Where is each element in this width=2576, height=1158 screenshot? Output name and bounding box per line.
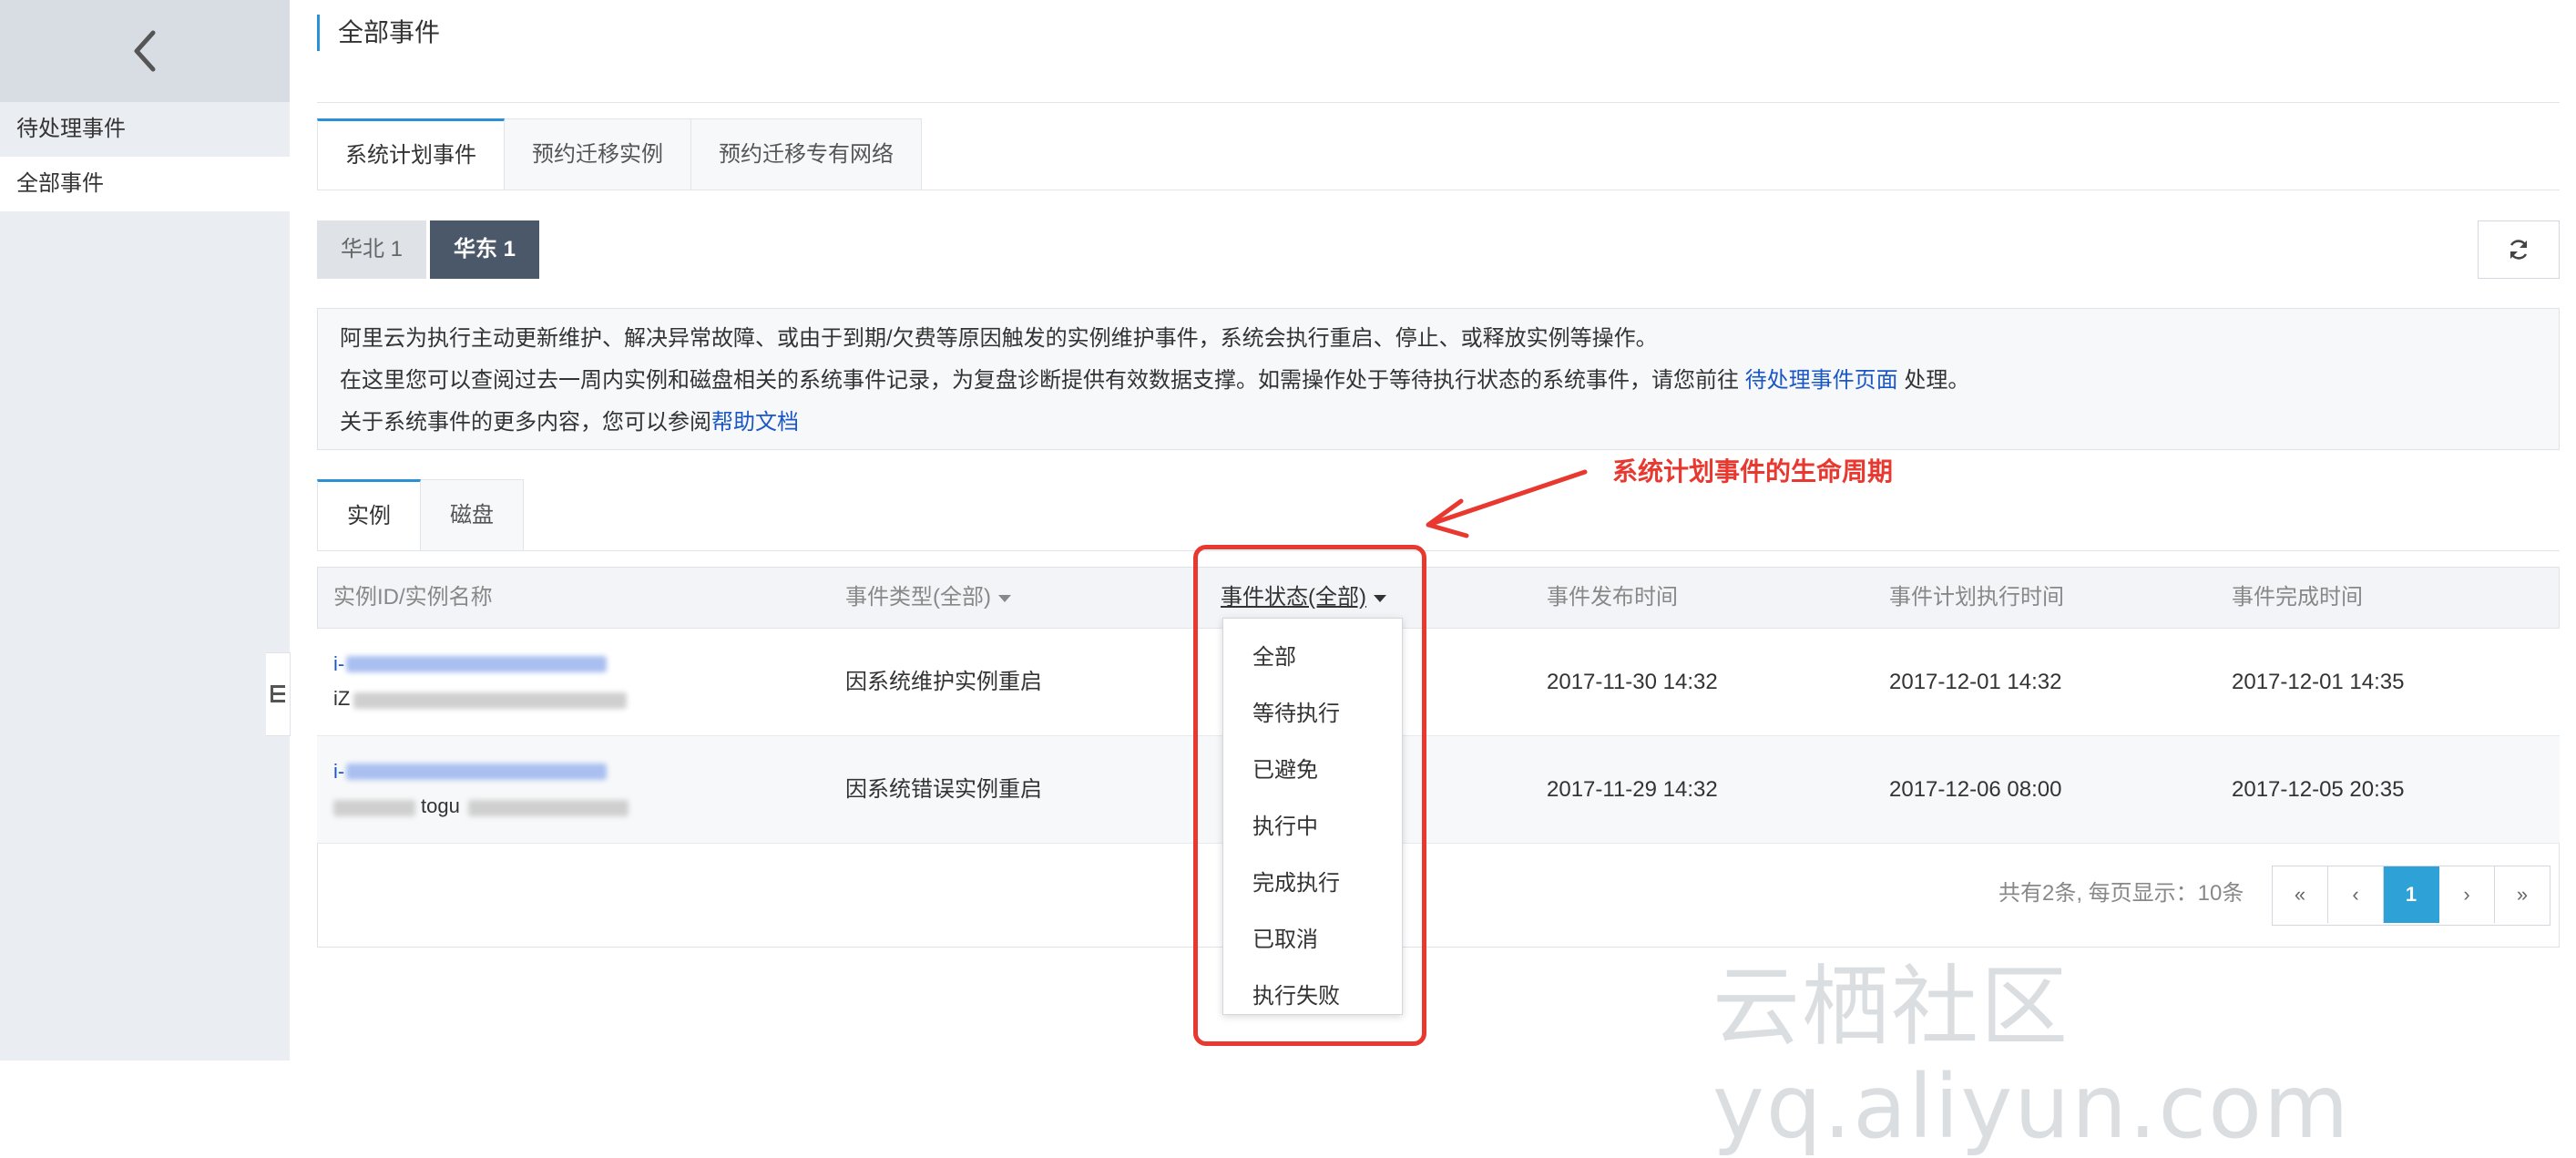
table-row [317, 629, 2560, 736]
redacted-instance-name [468, 800, 629, 816]
back-button[interactable] [0, 0, 290, 102]
instance-id-link[interactable]: i- [333, 652, 344, 676]
annotation-highlight-box [1193, 545, 1426, 1046]
info-line-2: 在这里您可以查阅过去一周内实例和磁盘相关的系统事件记录，为复盘诊断提供有效数据支… [340, 360, 2537, 402]
last-page-button[interactable]: » [2495, 866, 2550, 923]
resource-tabs: 实例 磁盘 [317, 479, 524, 552]
divider [317, 102, 2560, 103]
pending-events-link[interactable]: 待处理事件页面 [1745, 368, 1898, 393]
info-panel: 阿里云为执行主动更新维护、解决异常故障、或由于到期/欠费等原因触发的实例维护事件… [317, 308, 2560, 450]
page-title: 全部事件 [317, 15, 440, 51]
instance-id-cell: i- iZ [333, 649, 627, 712]
instance-id-link[interactable]: i- [333, 760, 344, 784]
column-header-instance-id: 实例ID/实例名称 [333, 585, 493, 610]
planned-time: 2017-12-01 14:32 [1889, 670, 2062, 694]
info-text: 关于系统事件的更多内容，您可以参阅 [340, 410, 711, 435]
column-header-label: 事件类型(全部) [845, 585, 991, 610]
redacted-instance-id [346, 656, 607, 672]
pagination-summary: 共有2条, 每页显示：10条 [1998, 881, 2244, 906]
instance-name: togu [421, 794, 460, 817]
info-text: 处理。 [1897, 368, 1970, 393]
collapse-icon [271, 685, 285, 702]
completed-time: 2017-12-01 14:35 [2232, 670, 2405, 694]
published-time: 2017-11-30 14:32 [1547, 670, 1718, 694]
next-page-button[interactable]: › [2439, 866, 2495, 923]
sidebar: 待处理事件 全部事件 [0, 0, 290, 1061]
info-line-3: 关于系统事件的更多内容，您可以参阅帮助文档 [340, 402, 2537, 444]
info-line-1: 阿里云为执行主动更新维护、解决异常故障、或由于到期/欠费等原因触发的实例维护事件… [340, 326, 1658, 351]
event-tabs: 系统计划事件 预约迁移实例 预约迁移专有网络 [317, 118, 922, 191]
prev-page-button[interactable]: ‹ [2328, 866, 2384, 923]
instance-name: iZ [333, 687, 351, 710]
info-text: 在这里您可以查阅过去一周内实例和磁盘相关的系统事件记录，为复盘诊断提供有效数据支… [340, 368, 1745, 393]
refresh-icon [2510, 240, 2528, 260]
tab-instance[interactable]: 实例 [317, 479, 421, 551]
event-type: 因系统错误实例重启 [845, 777, 1042, 802]
column-header-completed-time: 事件完成时间 [2232, 585, 2363, 610]
annotation-label: 系统计划事件的生命周期 [1612, 457, 1894, 486]
page-1-button[interactable]: 1 [2384, 866, 2439, 923]
published-time: 2017-11-29 14:32 [1547, 777, 1718, 802]
table-header [317, 567, 2560, 629]
annotation-arrow-icon [1426, 469, 1588, 538]
chevron-left-icon [134, 30, 156, 72]
column-header-event-type[interactable]: 事件类型(全部) [845, 567, 1011, 629]
completed-time: 2017-12-05 20:35 [2232, 777, 2405, 802]
sidebar-item-all-events[interactable]: 全部事件 [0, 157, 290, 211]
planned-time: 2017-12-06 08:00 [1889, 777, 2062, 802]
redacted-instance-id [346, 763, 607, 780]
column-header-published-time: 事件发布时间 [1547, 585, 1678, 610]
region-north-1[interactable]: 华北 1 [317, 220, 427, 279]
caret-down-icon [997, 594, 1011, 602]
redacted-instance-name [333, 800, 415, 816]
help-doc-link[interactable]: 帮助文档 [711, 410, 799, 435]
divider [317, 550, 2560, 551]
tab-scheduled-migration-vpc[interactable]: 预约迁移专有网络 [691, 118, 922, 190]
sidebar-item-pending-events[interactable]: 待处理事件 [0, 102, 290, 157]
tab-system-scheduled-events[interactable]: 系统计划事件 [317, 118, 505, 190]
refresh-button[interactable] [2478, 220, 2560, 279]
sidebar-collapse-toggle[interactable] [266, 652, 291, 736]
first-page-button[interactable]: « [2273, 866, 2328, 923]
watermark: 云栖社区 yq.aliyun.com [1712, 956, 2351, 1158]
tab-disk[interactable]: 磁盘 [421, 479, 524, 551]
tab-scheduled-migration-instances[interactable]: 预约迁移实例 [505, 118, 691, 190]
pagination: « ‹ 1 › » [2272, 866, 2550, 926]
instance-id-cell: i- togu [333, 756, 629, 820]
table-row [317, 736, 2560, 844]
region-east-1[interactable]: 华东 1 [430, 220, 540, 279]
column-header-planned-time: 事件计划执行时间 [1889, 585, 2064, 610]
redacted-instance-name [353, 692, 627, 709]
event-type: 因系统维护实例重启 [845, 670, 1042, 694]
